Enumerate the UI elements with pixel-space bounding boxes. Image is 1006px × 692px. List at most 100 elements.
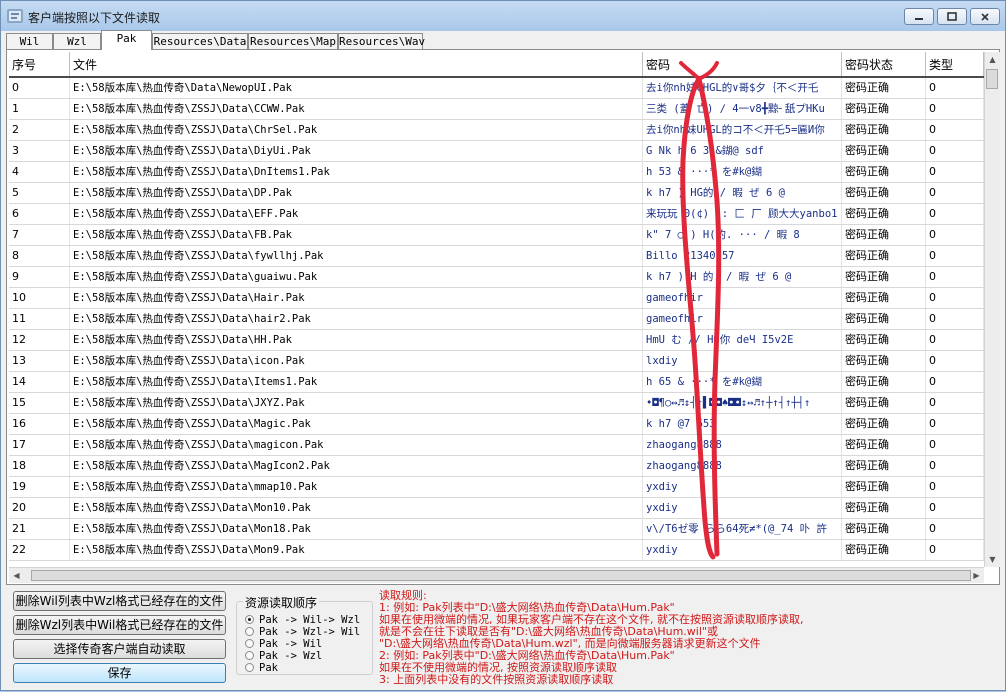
cell-password: HmU む // HG你 deЧ I5v2Е bbox=[643, 330, 842, 350]
table-row[interactable]: 10 E:\58版本库\热血传奇\ZSSJ\Data\Hair.Pak gameof… bbox=[9, 288, 984, 309]
cell-index: 22 bbox=[9, 540, 70, 560]
cell-type: 0 bbox=[926, 78, 984, 98]
cell-password-status: 密码正确 bbox=[842, 120, 926, 140]
tab-resources-wav[interactable]: Resources\Wav bbox=[338, 33, 425, 49]
table-row[interactable]: 3 E:\58版本库\热血传奇\ZSSJ\Data\DiyUi.Pak G Nk … bbox=[9, 141, 984, 162]
cell-index: 8 bbox=[9, 246, 70, 266]
table-row[interactable]: 13 E:\58版本库\热血传奇\ZSSJ\Data\icon.Pak lxdiy 密… bbox=[9, 351, 984, 372]
table-row[interactable]: 2 E:\58版本库\热血传奇\ZSSJ\Data\ChrSel.Pak 去i你nh… bbox=[9, 120, 984, 141]
table-row[interactable]: 17 E:\58版本库\热血传奇\ZSSJ\Data\magicon.Pak zha… bbox=[9, 435, 984, 456]
cell-password: 去i你nh妹UHGL的コ不＜开乇5=匾И你 bbox=[643, 120, 842, 140]
rule-line: 3: 上面列表中没有的文件按照资源读取顺序读取 bbox=[379, 673, 614, 686]
cell-index: 18 bbox=[9, 456, 70, 476]
cell-type: 0 bbox=[926, 435, 984, 455]
table-row[interactable]: 16 E:\58版本库\热血传奇\ZSSJ\Data\Magic.Pak k h7 … bbox=[9, 414, 984, 435]
cell-type: 0 bbox=[926, 120, 984, 140]
cell-password-status: 密码正确 bbox=[842, 414, 926, 434]
table-row[interactable]: 11 E:\58版本库\热血传奇\ZSSJ\Data\hair2.Pak gameo… bbox=[9, 309, 984, 330]
cell-password: k h7 ) H 的. / 暇 ぜ 6 @ bbox=[643, 267, 842, 287]
cell-file: E:\58版本库\热血传奇\ZSSJ\Data\mmap10.Pak bbox=[70, 477, 643, 497]
tab-wzl[interactable]: Wzl bbox=[53, 33, 101, 49]
table-row[interactable]: 20 E:\58版本库\热血传奇\ZSSJ\Data\Mon10.Pak yxdiy… bbox=[9, 498, 984, 519]
table-row[interactable]: 1 E:\58版本库\热血传奇\ZSSJ\Data\CCWW.Pak 三类 (蓋 亡… bbox=[9, 99, 984, 120]
tab-resources-data[interactable]: Resources\Data bbox=[152, 33, 248, 49]
cell-password: yxdiy bbox=[643, 498, 842, 518]
cell-index: 2 bbox=[9, 120, 70, 140]
cell-index: 21 bbox=[9, 519, 70, 539]
table-row[interactable]: 18 E:\58版本库\热血传奇\ZSSJ\Data\MagIcon2.Pak zh… bbox=[9, 456, 984, 477]
minimize-icon bbox=[905, 9, 933, 24]
cell-password: G Nk h 6 3 &鍸@ sdf bbox=[643, 141, 842, 161]
tab-pak[interactable]: Pak bbox=[101, 30, 152, 50]
horizontal-scroll-thumb[interactable] bbox=[31, 570, 971, 581]
table-row[interactable]: 14 E:\58版本库\热血传奇\ZSSJ\Data\Items1.Pak h 6… bbox=[9, 372, 984, 393]
scroll-up-icon[interactable]: ▲ bbox=[985, 52, 1000, 67]
cell-file: E:\58版本库\热血传奇\ZSSJ\Data\Mon10.Pak bbox=[70, 498, 643, 518]
cell-password-status: 密码正确 bbox=[842, 183, 926, 203]
table-row[interactable]: 5 E:\58版本库\热血传奇\ZSSJ\Data\DP.Pak k h7 ) HG… bbox=[9, 183, 984, 204]
table-row[interactable]: 8 E:\58版本库\热血传奇\ZSSJ\Data\fywllhj.Pak Bill… bbox=[9, 246, 984, 267]
cell-file: E:\58版本库\热血传奇\ZSSJ\Data\guaiwu.Pak bbox=[70, 267, 643, 287]
save-button[interactable]: 保存 bbox=[13, 663, 226, 683]
cell-type: 0 bbox=[926, 393, 984, 413]
radio-dot[interactable] bbox=[245, 651, 254, 660]
column-header-file[interactable]: 文件 bbox=[70, 52, 643, 76]
table-row[interactable]: 0 E:\58版本库\热血传奇\Data\NewopUI.Pak 去i你nh妹UHG… bbox=[9, 78, 984, 99]
delete-wzl-duplicates-button[interactable]: 删除Wzl列表中Wil格式已经存在的文件 bbox=[13, 615, 226, 635]
table-row[interactable]: 9 E:\58版本库\热血传奇\ZSSJ\Data\guaiwu.Pak k h7 … bbox=[9, 267, 984, 288]
cell-type: 0 bbox=[926, 246, 984, 266]
radio-label: Pak -> Wil-> Wzl bbox=[259, 614, 361, 626]
table-row[interactable]: 7 E:\58版本库\热血传奇\ZSSJ\Data\FB.Pak k" 7 ◯ ) … bbox=[9, 225, 984, 246]
table-row[interactable]: 21 E:\58版本库\热血传奇\ZSSJ\Data\Mon18.Pak v\∕T6… bbox=[9, 519, 984, 540]
cell-password: lxdiy bbox=[643, 351, 842, 371]
maximize-icon bbox=[938, 9, 966, 24]
cell-index: 1 bbox=[9, 99, 70, 119]
cell-password-status: 密码正确 bbox=[842, 330, 926, 350]
table-row[interactable]: 4 E:\58版本库\热血传奇\ZSSJ\Data\DnItems1.Pak h … bbox=[9, 162, 984, 183]
tab-resources-map[interactable]: Resources\Map bbox=[248, 33, 338, 49]
cell-file: E:\58版本库\热血传奇\ZSSJ\Data\fywllhj.Pak bbox=[70, 246, 643, 266]
radio-dot[interactable] bbox=[245, 615, 254, 624]
scroll-right-icon[interactable]: ▶ bbox=[969, 568, 984, 583]
window-title: 客户端按照以下文件读取 bbox=[28, 11, 161, 25]
cell-file: E:\58版本库\热血传奇\Data\NewopUI.Pak bbox=[70, 78, 643, 98]
vertical-scrollbar[interactable]: ▲ ▼ bbox=[984, 52, 1000, 567]
minimize-button[interactable] bbox=[904, 8, 934, 25]
cell-file: E:\58版本库\热血传奇\ZSSJ\Data\MagIcon2.Pak bbox=[70, 456, 643, 476]
auto-read-client-button[interactable]: 选择传奇客户端自动读取 bbox=[13, 639, 226, 659]
cell-file: E:\58版本库\热血传奇\ZSSJ\Data\Mon18.Pak bbox=[70, 519, 643, 539]
horizontal-scrollbar[interactable]: ◀ ▶ bbox=[9, 567, 984, 583]
cell-file: E:\58版本库\热血传奇\ZSSJ\Data\icon.Pak bbox=[70, 351, 643, 371]
vertical-scroll-thumb[interactable] bbox=[986, 69, 998, 89]
tab-wil[interactable]: Wil bbox=[6, 33, 53, 49]
table-row[interactable]: 22 E:\58版本库\热血传奇\ZSSJ\Data\Mon9.Pak yxdiy 密… bbox=[9, 540, 984, 561]
table-row[interactable]: 12 E:\58版本库\热血传奇\ZSSJ\Data\HH.Pak HmU む //… bbox=[9, 330, 984, 351]
radio-dot[interactable] bbox=[245, 627, 254, 636]
cell-file: E:\58版本库\热血传奇\ZSSJ\Data\magicon.Pak bbox=[70, 435, 643, 455]
cell-password: gameofhir bbox=[643, 309, 842, 329]
cell-file: E:\58版本库\热血传奇\ZSSJ\Data\DiyUi.Pak bbox=[70, 141, 643, 161]
cell-password-status: 密码正确 bbox=[842, 498, 926, 518]
cell-type: 0 bbox=[926, 141, 984, 161]
close-button[interactable] bbox=[970, 8, 1000, 25]
column-header-password[interactable]: 密码 bbox=[643, 52, 842, 76]
radio-dot[interactable] bbox=[245, 663, 254, 672]
cell-type: 0 bbox=[926, 183, 984, 203]
table-row[interactable]: 15 E:\58版本库\热血传奇\ZSSJ\Data\JXYZ.Pak •◘¶○↔♬… bbox=[9, 393, 984, 414]
cell-password-status: 密码正确 bbox=[842, 78, 926, 98]
maximize-button[interactable] bbox=[937, 8, 967, 25]
cell-password-status: 密码正确 bbox=[842, 204, 926, 224]
table-row[interactable]: 19 E:\58版本库\热血传奇\ZSSJ\Data\mmap10.Pak yxdi… bbox=[9, 477, 984, 498]
column-header-index[interactable]: 序号 bbox=[9, 52, 70, 76]
cell-password-status: 密码正确 bbox=[842, 456, 926, 476]
scroll-down-icon[interactable]: ▼ bbox=[985, 552, 1000, 567]
radio-dot[interactable] bbox=[245, 639, 254, 648]
cell-index: 6 bbox=[9, 204, 70, 224]
cell-type: 0 bbox=[926, 162, 984, 182]
scroll-left-icon[interactable]: ◀ bbox=[9, 568, 24, 583]
table-row[interactable]: 6 E:\58版本库\热血传奇\ZSSJ\Data\EFF.Pak 来玩玩 0(¢… bbox=[9, 204, 984, 225]
delete-wil-duplicates-button[interactable]: 删除Wil列表中Wzl格式已经存在的文件 bbox=[13, 591, 226, 611]
column-header-type[interactable]: 类型 bbox=[926, 52, 984, 76]
cell-password-status: 密码正确 bbox=[842, 225, 926, 245]
column-header-password-status[interactable]: 密码状态 bbox=[842, 52, 926, 76]
